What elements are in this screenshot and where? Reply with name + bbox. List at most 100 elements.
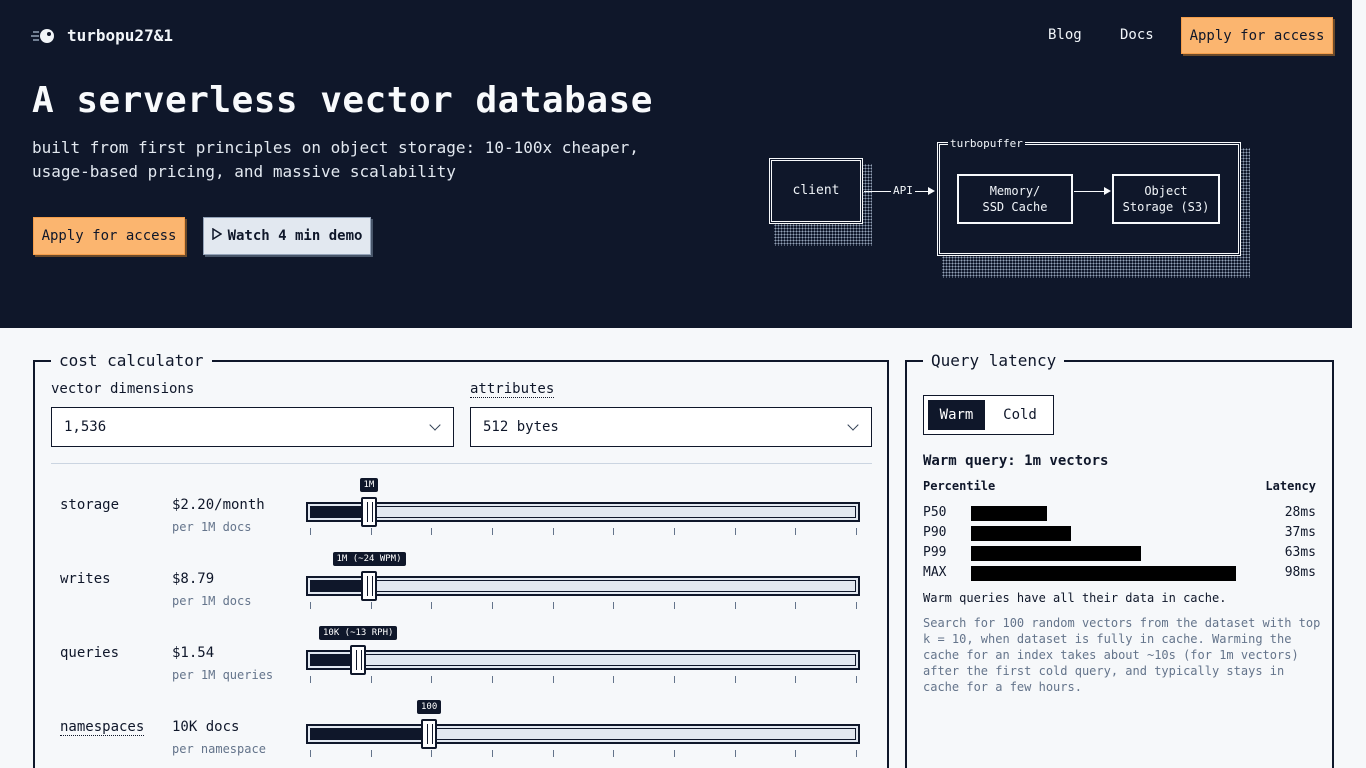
- hero-section: turbopu27&1 Blog Docs Apply for access A…: [0, 0, 1352, 328]
- slider-tick: [553, 676, 554, 683]
- slider-tick: [795, 750, 796, 757]
- slider-track-inner: [310, 506, 856, 518]
- play-icon: [211, 227, 222, 244]
- slider-tick: [674, 602, 675, 609]
- storage-line-1: Object: [1144, 184, 1188, 198]
- row-label-writes: writes: [60, 571, 111, 587]
- slider-tick: [492, 750, 493, 757]
- cache-line-2: SSD Cache: [982, 200, 1048, 214]
- row-unit: per namespace: [172, 742, 266, 756]
- row-unit: per 1M docs: [172, 520, 252, 534]
- row-price: $1.54: [172, 645, 215, 661]
- client-box: client: [769, 158, 863, 224]
- nav-blog-link[interactable]: Blog: [1048, 27, 1082, 43]
- writes-slider-tooltip: 1M (~24 WPM): [332, 552, 406, 566]
- slider-tick: [856, 602, 857, 609]
- latency-heading: Warm query: 1m vectors: [923, 453, 1109, 469]
- namespaces-slider-track[interactable]: [306, 724, 860, 744]
- cache-line-1: Memory/: [989, 184, 1041, 198]
- slider-tick: [310, 602, 311, 609]
- dimensions-label: vector dimensions: [51, 381, 195, 397]
- row-label-storage: storage: [60, 497, 120, 513]
- slider-tick: [613, 676, 614, 683]
- tab-cold[interactable]: Cold: [990, 400, 1050, 430]
- slider-ticks: [310, 602, 858, 610]
- slider-tick: [735, 676, 736, 683]
- brand-name: turbopu27&1: [67, 26, 173, 45]
- slider-tick: [310, 528, 311, 535]
- slider-tick: [371, 602, 372, 609]
- attributes-select[interactable]: 512 bytes: [470, 407, 872, 447]
- slider-ticks: [310, 528, 858, 536]
- queries-slider-track[interactable]: [306, 650, 860, 670]
- arrow-head: [1104, 187, 1111, 195]
- namespaces-slider-thumb[interactable]: [421, 719, 437, 749]
- chevron-down-icon: [847, 419, 859, 431]
- writes-slider-track[interactable]: [306, 576, 860, 596]
- slider-tick: [310, 676, 311, 683]
- warm-cold-toggle: Warm Cold: [923, 395, 1054, 435]
- slider-fill: [311, 729, 432, 739]
- watch-demo-button[interactable]: Watch 4 min demo: [203, 217, 371, 255]
- slider-tick: [371, 676, 372, 683]
- storage-slider-tooltip: 1M: [359, 478, 379, 492]
- cost-calculator-panel: cost calculator vector dimensions 1,536 …: [33, 351, 889, 768]
- watch-demo-label: Watch 4 min demo: [227, 228, 363, 244]
- slider-tick: [492, 602, 493, 609]
- nav-apply-button[interactable]: Apply for access: [1181, 17, 1333, 54]
- attributes-label[interactable]: attributes: [470, 381, 555, 398]
- slider-tick: [674, 676, 675, 683]
- slider-ticks: [310, 676, 858, 684]
- row-price: $2.20/month: [172, 497, 265, 513]
- slider-tick: [674, 750, 675, 757]
- slider-tick: [795, 528, 796, 535]
- storage-line-2: Storage (S3): [1122, 200, 1210, 214]
- queries-slider-tooltip: 10K (~13 RPH): [319, 626, 398, 640]
- storage-box: Object Storage (S3): [1112, 174, 1220, 224]
- cache-box: Memory/ SSD Cache: [957, 174, 1073, 224]
- slider-track-inner: [310, 580, 856, 592]
- page-title: A serverless vector database: [32, 80, 653, 121]
- arrow-head: [928, 187, 935, 195]
- slider-tick: [613, 602, 614, 609]
- storage-slider-track[interactable]: [306, 502, 860, 522]
- slider-tick: [795, 602, 796, 609]
- storage-slider-thumb[interactable]: [361, 497, 377, 527]
- slider-ticks: [310, 750, 858, 758]
- latency-bar: [971, 566, 1236, 581]
- slider-tick: [310, 750, 311, 757]
- slider-tick: [431, 602, 432, 609]
- row-unit: per 1M queries: [172, 668, 274, 682]
- nav-docs-link[interactable]: Docs: [1120, 27, 1154, 43]
- row-label-namespaces: namespaces: [60, 719, 145, 736]
- slider-tick: [735, 750, 736, 757]
- row-price: $8.79: [172, 571, 215, 587]
- percentile-header: Percentile: [923, 479, 996, 493]
- latency-bar: [971, 546, 1141, 561]
- dimensions-select[interactable]: 1,536: [51, 407, 454, 447]
- slider-tick: [735, 528, 736, 535]
- tab-warm[interactable]: Warm: [928, 400, 985, 430]
- latency-row-value: 63ms: [1284, 545, 1316, 560]
- arrow-line: [1074, 191, 1104, 192]
- latency-note: Warm queries have all their data in cach…: [923, 591, 1227, 605]
- chevron-down-icon: [429, 419, 441, 431]
- dimensions-value: 1,536: [64, 419, 107, 435]
- queries-slider-thumb[interactable]: [350, 645, 366, 675]
- api-label: API: [891, 184, 915, 197]
- writes-slider-thumb[interactable]: [361, 571, 377, 601]
- hero-apply-button[interactable]: Apply for access: [33, 217, 185, 255]
- slider-tick: [613, 528, 614, 535]
- slider-tick: [492, 676, 493, 683]
- slider-tick: [371, 528, 372, 535]
- slider-tick: [613, 750, 614, 757]
- slider-track-inner: [310, 654, 856, 666]
- hero-subtitle: built from first principles on object st…: [32, 138, 639, 181]
- slider-tick: [856, 676, 857, 683]
- latency-row-value: 37ms: [1284, 525, 1316, 540]
- namespaces-slider-tooltip: 100: [417, 700, 442, 714]
- latency-header: Latency: [1265, 479, 1316, 493]
- slider-tick: [431, 528, 432, 535]
- pufferfish-icon: [31, 27, 57, 45]
- brand-logo[interactable]: turbopu27&1: [31, 26, 173, 45]
